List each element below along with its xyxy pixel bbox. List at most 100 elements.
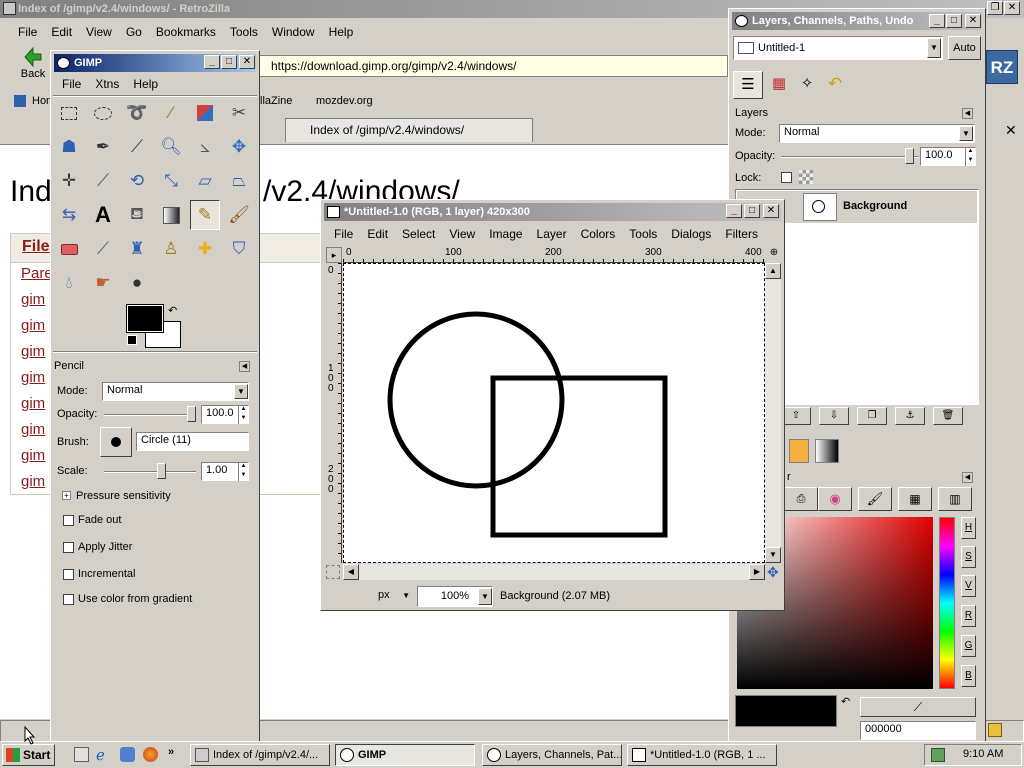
image-canvas[interactable]: [343, 263, 765, 563]
free-select-tool-icon[interactable]: ➰: [122, 98, 152, 128]
bookmark-mozillazine[interactable]: llaZine: [260, 95, 292, 107]
anchor-layer-button[interactable]: ⚓︎: [895, 407, 925, 425]
apply-jitter-checkbox[interactable]: [63, 542, 74, 553]
menu-edit[interactable]: Edit: [51, 25, 72, 39]
link-file[interactable]: gim: [21, 473, 45, 490]
channel-h-button[interactable]: H: [961, 517, 976, 539]
dock-close-button[interactable]: ✕: [965, 14, 981, 28]
link-file[interactable]: gim: [21, 369, 45, 386]
quicklaunch-ie-icon[interactable]: ℯ: [96, 746, 105, 764]
color-picker-button[interactable]: ⟋: [860, 697, 976, 717]
scroll-down-icon[interactable]: ▼: [765, 547, 781, 563]
column-header-file[interactable]: File: [22, 238, 50, 256]
tab-undo[interactable]: ↶: [821, 71, 849, 99]
menu-view[interactable]: View: [86, 25, 112, 39]
paintbrush-tool-icon[interactable]: 🖌︎: [224, 200, 254, 230]
hex-color-field[interactable]: 000000: [860, 721, 976, 740]
channel-r-button[interactable]: R: [961, 605, 976, 627]
channel-b-button[interactable]: B: [961, 665, 976, 687]
toolbox-menu-xtns[interactable]: Xtns: [95, 77, 119, 91]
image-close-button[interactable]: ✕: [763, 204, 779, 218]
browser-tab[interactable]: Index of /gimp/v2.4/windows/: [285, 118, 533, 142]
dock-maximize-button[interactable]: □: [946, 14, 962, 28]
image-menu-colors[interactable]: Colors: [581, 227, 616, 241]
tool-options-menu-icon[interactable]: ◀: [239, 361, 250, 372]
airbrush-tool-icon[interactable]: ⟋: [88, 234, 118, 264]
color-palette-button[interactable]: ▦: [898, 487, 932, 511]
pressure-sensitivity-label[interactable]: Pressure sensitivity: [76, 490, 171, 502]
fg-color-display[interactable]: [735, 695, 837, 727]
shear-tool-icon[interactable]: ▱: [190, 166, 220, 196]
image-menu-layer[interactable]: Layer: [537, 227, 567, 241]
crop-tool-icon[interactable]: ⟋: [88, 166, 118, 196]
task-layers[interactable]: Layers, Channels, Pat...: [482, 744, 622, 766]
quicklaunch-explorer-icon[interactable]: [74, 747, 89, 762]
pencil-tool-icon[interactable]: ✎: [190, 200, 220, 230]
ellipse-select-tool-icon[interactable]: [88, 98, 118, 128]
opacity-slider-track[interactable]: [104, 414, 196, 416]
scroll-left-icon[interactable]: ◀: [343, 564, 359, 580]
channel-g-button[interactable]: G: [961, 635, 976, 657]
gradient-pattern-tab[interactable]: [789, 439, 809, 463]
back-button[interactable]: Back: [14, 44, 52, 86]
ink-tool-icon[interactable]: ♜: [122, 234, 152, 264]
image-menu-dialogs[interactable]: Dialogs: [671, 227, 711, 241]
text-tool-icon[interactable]: A: [88, 200, 118, 230]
link-file[interactable]: gim: [21, 395, 45, 412]
fade-out-checkbox[interactable]: [63, 515, 74, 526]
image-menu-select[interactable]: Select: [402, 227, 435, 241]
layer-mode-arrow-icon[interactable]: ▼: [959, 126, 973, 141]
rotate-tool-icon[interactable]: ⟲: [122, 166, 152, 196]
opacity-slider-thumb[interactable]: [187, 406, 196, 422]
task-browser[interactable]: Index of /gimp/v2.4/...: [190, 744, 330, 766]
scale-slider-thumb[interactable]: [157, 463, 166, 479]
scissors-tool-icon[interactable]: ✂: [224, 98, 254, 128]
image-menu-tools[interactable]: Tools: [629, 227, 657, 241]
scale-slider-track[interactable]: [104, 471, 196, 473]
align-tool-icon[interactable]: ✛: [54, 166, 84, 196]
url-bar[interactable]: https://download.gimp.org/gimp/v2.4/wind…: [258, 55, 728, 77]
zoom-tool-icon[interactable]: 🔍︎: [156, 132, 186, 162]
channel-s-button[interactable]: S: [961, 546, 976, 568]
vertical-ruler[interactable]: 0 100 200: [326, 263, 342, 563]
image-menu-view[interactable]: View: [449, 227, 475, 241]
menu-help[interactable]: Help: [329, 25, 354, 39]
menu-bookmarks[interactable]: Bookmarks: [156, 25, 216, 39]
eraser-tool-icon[interactable]: [54, 234, 84, 264]
rect-select-tool-icon[interactable]: [54, 98, 84, 128]
start-button[interactable]: Start: [2, 744, 55, 766]
toolbox-menu-help[interactable]: Help: [133, 77, 158, 91]
layer-opacity-spin-icon[interactable]: ▲ ▼: [965, 147, 975, 166]
layers-menu-icon[interactable]: ◀: [962, 108, 973, 119]
image-menu-filters[interactable]: Filters: [725, 227, 758, 241]
image-maximize-button[interactable]: □: [744, 204, 760, 218]
ruler-corner-icon[interactable]: ▸: [326, 247, 342, 263]
horizontal-scrollbar[interactable]: ◀ ▶: [343, 564, 765, 580]
image-titlebar[interactable]: *Untitled-1.0 (RGB, 1 layer) 420x300: [324, 203, 781, 221]
blur-tool-icon[interactable]: 💧︎: [54, 268, 84, 298]
scroll-right-icon[interactable]: ▶: [749, 564, 765, 580]
menu-go[interactable]: Go: [126, 25, 142, 39]
browser-restore-button[interactable]: ❐: [987, 1, 1003, 15]
color-watercolor-button[interactable]: 🖌︎: [858, 487, 892, 511]
lock-alpha-checkbox[interactable]: [781, 172, 792, 183]
foreground-select-tool-icon[interactable]: ☗: [54, 132, 84, 162]
reset-color-icon[interactable]: ↶: [841, 695, 850, 708]
toolbox-maximize-button[interactable]: □: [221, 55, 237, 69]
horizontal-ruler[interactable]: 0 100 200 300 400: [343, 247, 765, 263]
layer-opacity-track[interactable]: [781, 156, 919, 158]
perspective-clone-tool-icon[interactable]: ⛉: [224, 234, 254, 264]
mode-select[interactable]: Normal: [102, 382, 249, 401]
raise-layer-button[interactable]: ⇧: [781, 407, 811, 425]
link-file[interactable]: gim: [21, 421, 45, 438]
link-parent[interactable]: Pare: [21, 265, 53, 282]
menu-window[interactable]: Window: [272, 25, 315, 39]
smudge-tool-icon[interactable]: ☛: [88, 268, 118, 298]
gradient-tab[interactable]: [815, 439, 839, 463]
quicklaunch-more-icon[interactable]: »: [168, 746, 174, 758]
task-image[interactable]: *Untitled-1.0 (RGB, 1 ...: [627, 744, 777, 766]
scale-spin-arrows-icon[interactable]: ▲ ▼: [238, 462, 248, 481]
quicklaunch-firefox-icon[interactable]: [143, 747, 158, 762]
clone-tool-icon[interactable]: ♙: [156, 234, 186, 264]
bucket-fill-tool-icon[interactable]: ⛾: [122, 200, 152, 230]
